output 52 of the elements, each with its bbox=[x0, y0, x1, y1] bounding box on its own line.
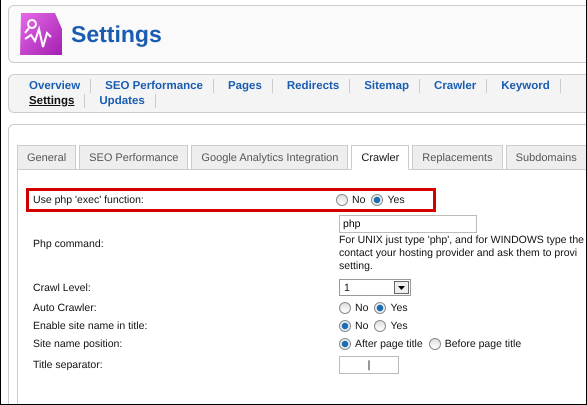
field-label: Crawl Level: bbox=[33, 282, 92, 294]
page-title: Settings bbox=[71, 20, 162, 48]
nav-link[interactable]: Redirects bbox=[284, 79, 350, 93]
field-label: Site name position: bbox=[33, 338, 124, 350]
text-field[interactable]: php bbox=[339, 215, 477, 233]
radio-option[interactable]: Yes bbox=[374, 320, 408, 332]
radio-label: Yes bbox=[387, 194, 405, 206]
field-label: Use php 'exec' function: bbox=[33, 194, 145, 206]
nav-link[interactable]: Crawler bbox=[432, 79, 488, 93]
radio-option[interactable]: No bbox=[339, 320, 368, 332]
radio-button[interactable] bbox=[428, 338, 441, 350]
tab[interactable]: Google Analytics Integration bbox=[191, 145, 348, 170]
radio-label: Yes bbox=[390, 320, 408, 332]
radio-button[interactable] bbox=[374, 302, 386, 314]
radio-option[interactable]: No bbox=[336, 194, 366, 206]
field-label: Php command: bbox=[33, 238, 105, 250]
tab[interactable]: SEO Performance bbox=[79, 145, 188, 170]
caret-icon bbox=[398, 286, 405, 290]
radio-button[interactable] bbox=[374, 320, 386, 332]
nav-link[interactable]: SEO Performance bbox=[103, 79, 214, 93]
radio-label: Yes bbox=[390, 302, 408, 314]
radio-option[interactable]: No bbox=[339, 302, 368, 314]
field-label: Enable site name in title: bbox=[33, 320, 148, 332]
radio-button[interactable] bbox=[339, 338, 351, 350]
radio-option[interactable]: Yes bbox=[374, 302, 408, 314]
radio-button[interactable] bbox=[339, 320, 351, 332]
nav-link[interactable]: Sitemap bbox=[362, 79, 420, 93]
radio-option[interactable]: Yes bbox=[371, 194, 405, 206]
field-label: Auto Crawler: bbox=[33, 302, 98, 314]
tab[interactable]: Replacements bbox=[412, 145, 503, 170]
nav-link[interactable]: Updates bbox=[97, 94, 156, 108]
radio-option[interactable]: After page title bbox=[339, 338, 423, 350]
radio-option[interactable]: Before page title bbox=[428, 338, 522, 350]
radio-label: No bbox=[352, 194, 366, 206]
field-label: Title separator: bbox=[33, 359, 104, 371]
radio-label: After page title bbox=[355, 338, 423, 350]
nav-link[interactable]: Keyword bbox=[499, 79, 561, 93]
nav-link[interactable]: Settings bbox=[27, 94, 86, 108]
radio-button[interactable] bbox=[339, 302, 351, 314]
nav-link[interactable]: Pages bbox=[226, 79, 273, 93]
nav-link[interactable]: Overview bbox=[27, 79, 92, 93]
text-field[interactable]: | bbox=[339, 356, 399, 374]
select-field[interactable]: 1 bbox=[339, 279, 411, 296]
radio-button[interactable] bbox=[371, 194, 384, 206]
tab[interactable]: Crawler bbox=[351, 145, 410, 170]
radio-label: Before page title bbox=[444, 338, 522, 350]
radio-label: No bbox=[355, 320, 368, 332]
help-text: For UNIX just type 'php', and for WINDOWS type the contact your hosting provider and ask them to provi setting. bbox=[339, 234, 586, 273]
tab[interactable]: General bbox=[17, 145, 76, 170]
radio-button[interactable] bbox=[336, 194, 348, 206]
radio-label: No bbox=[355, 302, 368, 314]
tab[interactable]: Subdomains bbox=[506, 145, 586, 170]
